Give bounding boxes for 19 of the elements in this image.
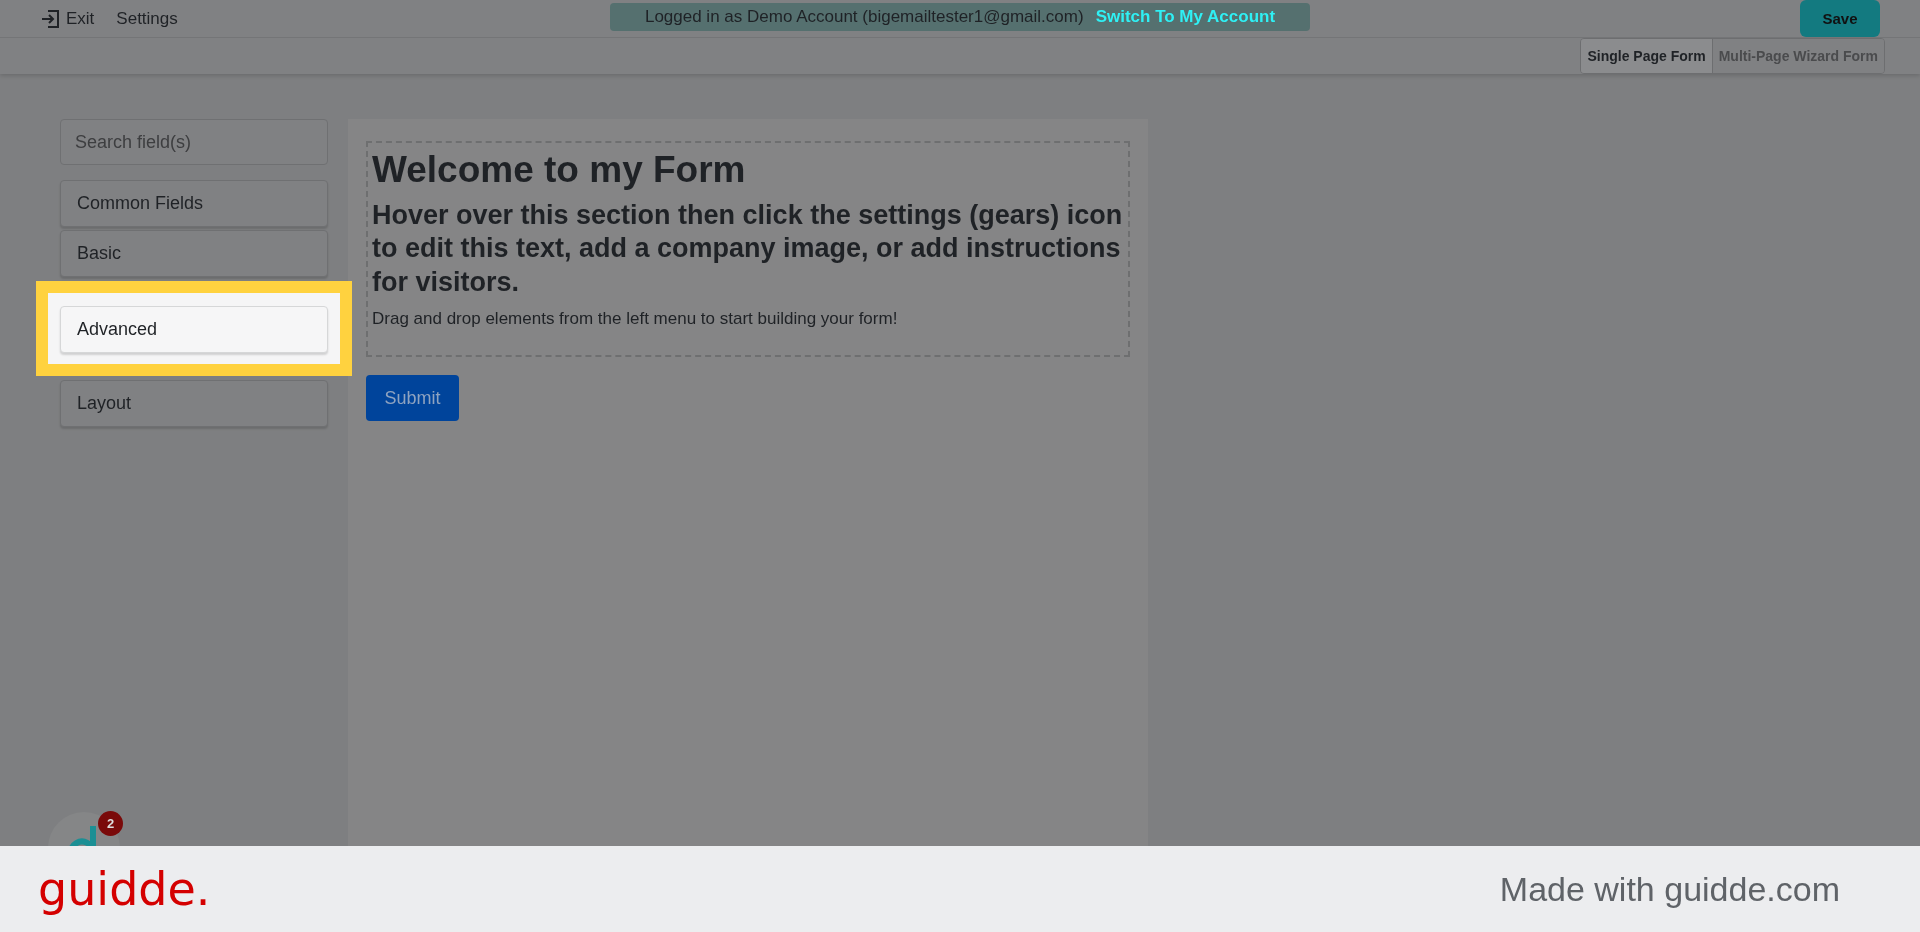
credit-text: Made with guidde.com [1499, 869, 1840, 909]
form-subtitle: Hover over this section then click the settings (gears) icon to edit this text, add a company image, or add instructions for visitors. [372, 199, 1124, 299]
save-button[interactable]: Save [1800, 0, 1880, 37]
form-title: Welcome to my Form [372, 149, 747, 191]
brand-logo: guidde. [38, 862, 211, 916]
login-notice: Logged in as Demo Account (bigemailtester1@gmail.com) [644, 7, 1084, 27]
sidebar-item[interactable]: Advanced [60, 306, 328, 353]
search-field[interactable]: Search field(s) [60, 119, 328, 165]
switch-account-link[interactable]: Switch To My Account [1095, 7, 1276, 27]
exit-button[interactable]: Exit [40, 8, 95, 29]
view-tab[interactable]: Single Page Form [1581, 39, 1712, 73]
sidebar-item[interactable]: Basic [60, 230, 328, 277]
form-instructions: Drag and drop elements from the left menu to start building your form! [372, 309, 899, 330]
notification-badge: 2 [98, 811, 123, 836]
submit-button[interactable]: Submit [366, 375, 459, 422]
exit-icon [40, 8, 62, 29]
sidebar-item[interactable]: Common Fields [60, 180, 328, 227]
settings-link[interactable]: Settings [116, 8, 178, 29]
sidebar-item[interactable]: Layout [60, 380, 328, 427]
